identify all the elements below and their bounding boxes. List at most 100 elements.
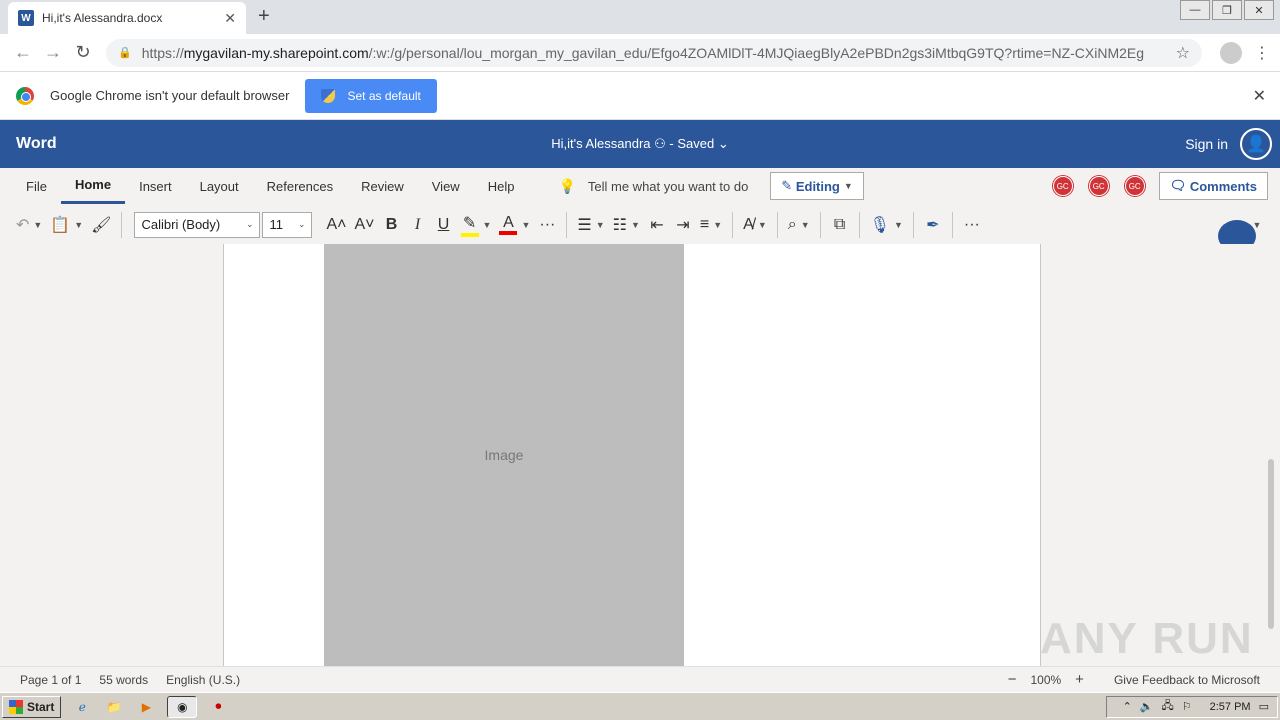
- folder-icon[interactable]: 📁: [103, 696, 125, 718]
- toolbar-divider: [951, 211, 953, 238]
- feedback-link[interactable]: Give Feedback to Microsoft: [1114, 673, 1260, 687]
- url-bar[interactable]: 🔒 https://mygavilan-my.sharepoint.com/:w…: [106, 38, 1202, 67]
- format-painter-icon[interactable]: 🖌: [87, 210, 115, 240]
- styles-icon[interactable]: A̸ ▼: [739, 210, 771, 240]
- user-account-icon[interactable]: 👤: [1240, 128, 1272, 160]
- bookmark-star-icon[interactable]: ☆: [1176, 43, 1190, 63]
- document-page[interactable]: Image: [223, 244, 1041, 666]
- presence-avatar[interactable]: GC: [1088, 176, 1109, 196]
- zoom-level[interactable]: 100%: [1030, 673, 1061, 687]
- forward-arrow-icon[interactable]: →: [38, 42, 68, 63]
- chrome-logo-icon: [16, 86, 34, 105]
- font-size-select[interactable]: 11 ⌄: [262, 211, 313, 238]
- close-window-icon[interactable]: ✕: [1244, 0, 1274, 20]
- chrome-taskbar-icon[interactable]: ◉: [167, 695, 198, 718]
- shrink-font-icon[interactable]: A˅: [351, 210, 379, 240]
- font-name-select[interactable]: Calibri (Body) ⌄: [134, 211, 261, 238]
- start-button[interactable]: Start: [2, 695, 62, 718]
- toolbar-divider: [566, 211, 568, 238]
- toolbar-divider: [819, 211, 821, 238]
- reload-icon[interactable]: ↻: [68, 42, 98, 63]
- bullets-icon[interactable]: ☰ ▼: [573, 210, 608, 240]
- anyrun-watermark: ANY RUN: [1040, 614, 1254, 663]
- chevron-down-icon: ▼: [843, 181, 853, 191]
- chevron-down-icon: ⌄: [717, 136, 729, 151]
- find-icon[interactable]: ⌕ ▼: [784, 210, 814, 240]
- word-favicon-icon: W: [18, 10, 34, 26]
- browser-tab[interactable]: W Hi,it's Alessandra.docx ✕: [8, 2, 246, 34]
- url-text[interactable]: https://mygavilan-my.sharepoint.com/:w:/…: [142, 45, 1176, 61]
- windows-flag-icon: [9, 699, 23, 714]
- tray-expand-icon[interactable]: ⌃: [1123, 700, 1132, 713]
- browser-tab-strip: W Hi,it's Alessandra.docx ✕ + — ❐ ✕: [0, 0, 1280, 34]
- dictate-microphone-icon[interactable]: 🎙 ▼: [866, 210, 907, 240]
- tab-review[interactable]: Review: [347, 168, 418, 204]
- internet-explorer-icon[interactable]: ℯ: [71, 696, 93, 718]
- italic-icon[interactable]: I: [405, 210, 431, 240]
- windows-taskbar: Start ℯ 📁 ▶ ◉ ⏺ ⌃ 🔈 🖧 ⚐ 2:57 PM ▭: [0, 692, 1280, 720]
- document-title: Hi,it's Alessandra: [551, 136, 651, 151]
- restore-icon[interactable]: ❐: [1212, 0, 1242, 20]
- document-canvas[interactable]: Image ANY RUN: [0, 244, 1280, 666]
- minimize-icon[interactable]: —: [1180, 0, 1210, 20]
- tab-layout[interactable]: Layout: [186, 168, 253, 204]
- stop-icon[interactable]: ⏺: [207, 696, 229, 718]
- sign-in-link[interactable]: Sign in: [1185, 136, 1228, 152]
- save-status: Saved: [677, 136, 715, 151]
- chrome-menu-icon[interactable]: ⋮: [1252, 43, 1272, 63]
- paste-icon[interactable]: 📋 ▼: [46, 210, 87, 240]
- zoom-controls: − 100% + Give Feedback to Microsoft: [994, 671, 1260, 688]
- back-arrow-icon[interactable]: ←: [8, 42, 38, 63]
- editing-label: Editing: [795, 178, 840, 194]
- clock[interactable]: 2:57 PM: [1210, 701, 1251, 713]
- bold-icon[interactable]: B: [379, 210, 405, 240]
- set-as-default-label: Set as default: [347, 88, 421, 103]
- immersive-reader-icon[interactable]: ⧉: [827, 210, 853, 240]
- document-title-area[interactable]: Hi,it's Alessandra ⚇ - Saved ⌄: [0, 136, 1280, 152]
- tab-title: Hi,it's Alessandra.docx: [42, 11, 163, 25]
- chevron-down-icon: ⌄: [297, 219, 306, 229]
- lock-icon[interactable]: 🔒: [118, 46, 132, 59]
- editor-icon[interactable]: ✒: [920, 210, 946, 240]
- new-tab-icon[interactable]: +: [258, 5, 270, 28]
- tab-help[interactable]: Help: [474, 168, 529, 204]
- tab-file[interactable]: File: [12, 168, 61, 204]
- media-player-icon[interactable]: ▶: [135, 696, 157, 718]
- tab-home[interactable]: Home: [60, 168, 126, 204]
- zoom-in-icon[interactable]: +: [1075, 671, 1084, 688]
- zoom-out-icon[interactable]: −: [1008, 671, 1017, 688]
- vertical-scrollbar[interactable]: [1268, 459, 1274, 629]
- underline-icon[interactable]: U: [431, 210, 457, 240]
- more-options-icon[interactable]: ···: [959, 210, 985, 240]
- close-tab-icon[interactable]: ✕: [224, 10, 236, 27]
- tab-references[interactable]: References: [253, 168, 347, 204]
- undo-icon[interactable]: ↶ ▼: [12, 210, 46, 240]
- decrease-indent-icon[interactable]: ⇤: [644, 210, 670, 240]
- flag-icon[interactable]: ⚐: [1182, 700, 1192, 713]
- numbering-icon[interactable]: ☷ ▼: [609, 210, 644, 240]
- close-infobar-icon[interactable]: ✕: [1253, 86, 1266, 106]
- tell-me-search[interactable]: 💡 Tell me what you want to do: [558, 178, 748, 195]
- profile-avatar-icon[interactable]: [1220, 41, 1242, 64]
- tab-insert[interactable]: Insert: [125, 168, 186, 204]
- increase-indent-icon[interactable]: ⇥: [670, 210, 696, 240]
- font-color-icon[interactable]: A ▼: [495, 210, 534, 240]
- word-count[interactable]: 55 words: [99, 673, 148, 687]
- ribbon-tabs: File Home Insert Layout References Revie…: [0, 168, 1280, 204]
- language[interactable]: English (U.S.): [166, 673, 240, 687]
- grow-font-icon[interactable]: A˄: [322, 210, 350, 240]
- volume-icon[interactable]: 🔈: [1140, 700, 1154, 713]
- highlight-color-icon[interactable]: ✎ ▼: [457, 210, 496, 240]
- presence-avatar[interactable]: GC: [1052, 176, 1073, 196]
- comments-button[interactable]: 🗨 Comments: [1158, 172, 1268, 200]
- more-font-options-icon[interactable]: ···: [534, 210, 560, 240]
- embedded-image-placeholder[interactable]: Image: [324, 244, 684, 666]
- system-tray: ⌃ 🔈 🖧 ⚐ 2:57 PM ▭: [1105, 695, 1278, 718]
- align-icon[interactable]: ≡ ▼: [696, 210, 726, 240]
- editing-mode-button[interactable]: ✎ Editing ▼: [770, 172, 864, 200]
- network-icon[interactable]: 🖧: [1161, 697, 1173, 716]
- tab-view[interactable]: View: [418, 168, 474, 204]
- show-desktop-icon[interactable]: ▭: [1259, 700, 1269, 713]
- presence-avatar[interactable]: GC: [1124, 176, 1145, 196]
- set-as-default-button[interactable]: Set as default: [305, 78, 437, 113]
